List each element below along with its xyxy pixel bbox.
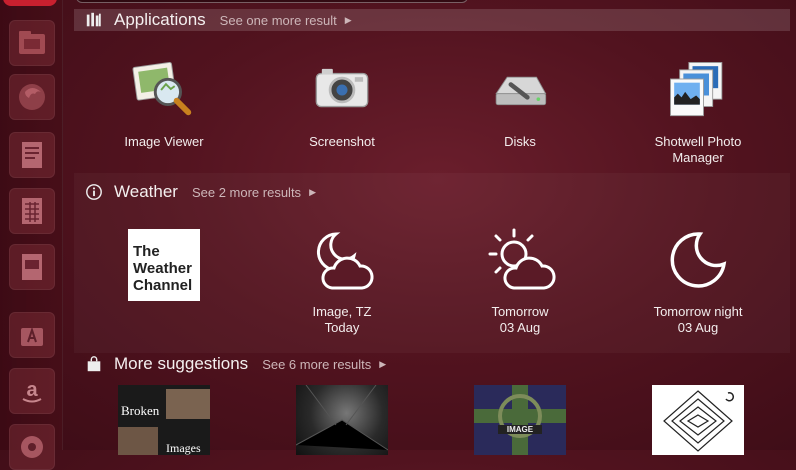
weather-label: Tomorrow [491, 304, 549, 319]
album-title-text: IMAGE [498, 425, 542, 434]
suggestions-header[interactable]: More suggestions See 6 more results ▶ [74, 353, 790, 375]
app-label-line2: Manager [672, 150, 724, 165]
dash-button[interactable] [3, 0, 57, 6]
suggestion-album-dark[interactable] [296, 385, 388, 455]
album-title-text: Broken [121, 403, 160, 418]
amazon-icon: a [22, 379, 42, 403]
document-icon [22, 142, 42, 168]
app-tile-image-viewer[interactable]: Image Viewer [89, 54, 239, 150]
weather-see-more[interactable]: See 2 more results ▶ [192, 185, 316, 200]
search-box[interactable] [76, 0, 468, 3]
weather-label-line2: Today [324, 320, 360, 335]
svg-text:a: a [26, 379, 38, 401]
launcher-impress[interactable] [9, 244, 55, 290]
info-icon [84, 182, 104, 202]
app-tile-shotwell[interactable]: Shotwell Photo Manager [623, 54, 773, 166]
app-label: Shotwell Photo [654, 134, 742, 149]
launcher-writer[interactable] [9, 132, 55, 178]
moon-icon [662, 224, 734, 296]
weather-tile-channel[interactable]: The Weather Channel [89, 228, 239, 302]
camera-icon [306, 54, 378, 126]
app-label: Disks [504, 134, 536, 149]
weather-label-line2: 03 Aug [499, 320, 541, 335]
chevron-right-icon: ▶ [344, 14, 352, 25]
suggestions-see-more[interactable]: See 6 more results ▶ [262, 357, 386, 372]
weather-label-line2: 03 Aug [677, 320, 719, 335]
launcher-firefox[interactable] [9, 74, 55, 120]
applications-category-icon [84, 10, 104, 30]
weather-header[interactable]: Weather See 2 more results ▶ [74, 181, 790, 203]
applications-header[interactable]: Applications See one more result ▶ [74, 9, 790, 31]
sun-cloud-icon [484, 224, 556, 296]
app-label: Image Viewer [124, 134, 204, 149]
presentation-icon [22, 254, 42, 280]
chevron-right-icon: ▶ [309, 186, 316, 197]
launcher-settings[interactable] [9, 424, 55, 470]
launcher-amazon[interactable]: a [9, 368, 55, 414]
image-viewer-icon [128, 54, 200, 126]
launcher-software-center[interactable] [9, 312, 55, 358]
logo-text-weather: Weather [133, 260, 192, 277]
app-tile-disks[interactable]: Disks [445, 54, 595, 150]
logo-text-channel: Channel [133, 277, 193, 294]
chevron-right-icon: ▶ [379, 358, 387, 369]
launcher-files[interactable] [9, 20, 55, 66]
applications-title: Applications [114, 10, 206, 29]
launcher: a [0, 0, 63, 470]
suggestion-album-broken-images[interactable]: Broken Images [118, 385, 210, 455]
weather-label: Image, TZ [312, 304, 372, 319]
applications-see-more[interactable]: See one more result ▶ [220, 13, 352, 28]
launcher-calc[interactable] [9, 188, 55, 234]
file-manager-icon [19, 31, 45, 54]
moon-cloud-icon [306, 224, 378, 296]
logo-text-the: The [133, 243, 160, 260]
shopping-bag-icon [84, 354, 104, 374]
disks-icon [484, 54, 556, 126]
suggestions-title: More suggestions [114, 354, 249, 373]
weather-channel-logo: The Weather Channel [126, 228, 202, 302]
weather-tile-tomorrow-night[interactable]: Tomorrow night 03 Aug [623, 224, 773, 336]
album-title-text2: Images [166, 441, 201, 455]
suggestion-album-celtic[interactable]: IMAGE [474, 385, 566, 455]
app-tile-screenshot[interactable]: Screenshot [267, 54, 417, 150]
weather-tile-tomorrow[interactable]: Tomorrow 03 Aug [445, 224, 595, 336]
weather-tile-today[interactable]: Image, TZ Today [267, 224, 417, 336]
firefox-icon [19, 84, 45, 110]
weather-title: Weather [114, 182, 178, 201]
gear-icon [21, 436, 43, 458]
software-center-icon [21, 326, 43, 346]
photo-manager-icon [662, 54, 734, 126]
weather-label: Tomorrow night [653, 304, 743, 319]
spreadsheet-icon [22, 198, 42, 224]
suggestion-album-maze[interactable] [652, 385, 744, 455]
app-label: Screenshot [309, 134, 375, 149]
